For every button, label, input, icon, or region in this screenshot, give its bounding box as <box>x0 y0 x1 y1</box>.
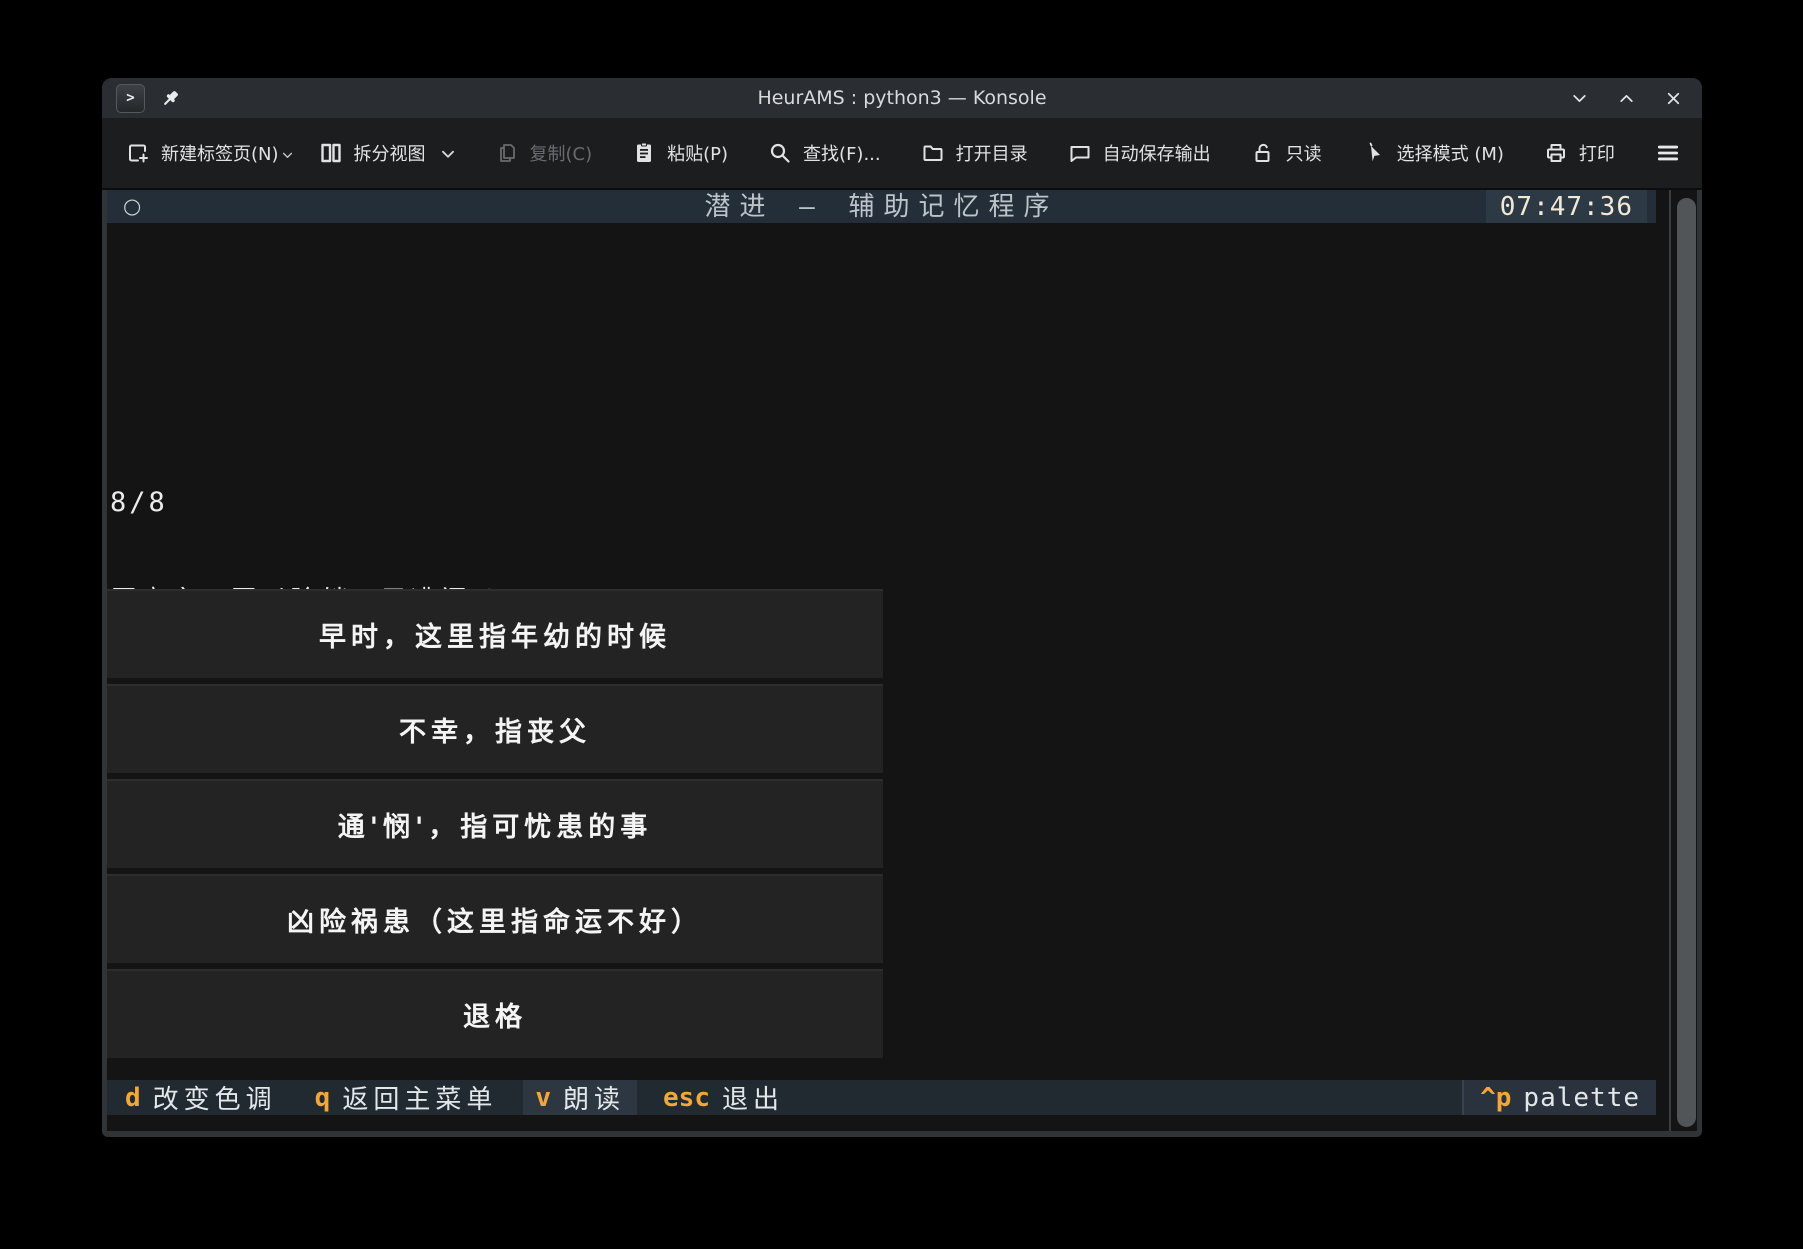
scrollbar-thumb[interactable] <box>1677 198 1696 1127</box>
option-button-3[interactable]: 通'悯'，指可忧患的事 <box>107 779 883 868</box>
hamburger-menu-icon[interactable] <box>1655 140 1681 166</box>
chevron-down-icon <box>441 143 455 164</box>
toolbar-button-copy[interactable]: 复制(C) <box>495 140 593 166</box>
new-tab-icon <box>126 141 150 165</box>
key-hint: v <box>535 1083 551 1113</box>
window-title: HeurAMS : python3 — Konsole <box>302 87 1502 109</box>
printer-icon <box>1544 141 1568 165</box>
toolbar-label: 新建标签页(N) <box>161 140 279 166</box>
app-header: ○ 潜进 – 辅助记忆程序 07:47:36 <box>107 190 1656 223</box>
window-titlebar[interactable]: > HeurAMS : python3 — Konsole <box>102 78 1702 118</box>
app-title: 潜进 – 辅助记忆程序 <box>107 190 1656 224</box>
option-button-4[interactable]: 凶险祸患（这里指命运不好） <box>107 874 883 963</box>
terminal-viewport: ○ 潜进 – 辅助记忆程序 07:47:36 8/8 臣密言：臣以险衅，夙遭闵凶… <box>107 190 1697 1131</box>
unlocked-padlock-icon <box>1251 141 1275 165</box>
key-hint: esc <box>663 1083 710 1113</box>
toolbar-label: 只读 <box>1286 140 1322 166</box>
toolbar-button-print[interactable]: 打印 <box>1544 140 1615 166</box>
terminal-line: 8/8 <box>110 486 519 519</box>
toolbar-label: 选择模式 (M) <box>1397 140 1504 166</box>
footer-key-q[interactable]: q 返回主菜单 <box>303 1080 510 1115</box>
toolbar-button-split-view[interactable]: 拆分视图 <box>319 140 455 166</box>
toolbar: 新建标签页(N) 拆分视图 <box>102 118 1702 190</box>
search-icon <box>768 141 792 165</box>
toolbar-label: 打开目录 <box>956 140 1028 166</box>
toolbar-button-select-mode[interactable]: 选择模式 (M) <box>1362 140 1504 166</box>
paste-icon <box>632 141 656 165</box>
option-button-2[interactable]: 不幸，指丧父 <box>107 684 883 773</box>
toolbar-label: 查找(F)... <box>803 140 881 166</box>
toolbar-button-paste[interactable]: 粘贴(P) <box>632 140 728 166</box>
toolbar-label: 打印 <box>1579 140 1615 166</box>
key-hint: ^p <box>1480 1083 1511 1113</box>
footer-key-esc[interactable]: esc 退出 <box>651 1080 796 1115</box>
toolbar-label: 拆分视图 <box>354 140 426 166</box>
minimize-button[interactable] <box>1571 90 1588 107</box>
option-button-1[interactable]: 早时，这里指年幼的时候 <box>107 589 883 678</box>
toolbar-label: 自动保存输出 <box>1103 140 1211 166</box>
toolbar-button-find[interactable]: 查找(F)... <box>768 140 881 166</box>
footer-key-d[interactable]: d 改变色调 <box>113 1080 289 1115</box>
option-button-backspace[interactable]: 退格 <box>107 969 883 1058</box>
toolbar-button-new-tab[interactable]: 新建标签页(N) <box>126 140 279 166</box>
maximize-button[interactable] <box>1618 90 1635 107</box>
key-label: 改变色调 <box>153 1079 277 1116</box>
toolbar-button-read-only[interactable]: 只读 <box>1251 140 1322 166</box>
folder-icon <box>921 141 945 165</box>
copy-icon <box>495 141 519 165</box>
close-button[interactable] <box>1665 90 1682 107</box>
footer-key-v[interactable]: v 朗读 <box>523 1080 637 1115</box>
key-hint: d <box>125 1083 141 1113</box>
app-icon-glyph: > <box>126 90 134 106</box>
pointer-icon <box>1362 141 1386 165</box>
toolbar-button-open-directory[interactable]: 打开目录 <box>921 140 1028 166</box>
key-label: 返回主菜单 <box>342 1079 497 1116</box>
toolbar-label: 粘贴(P) <box>667 140 728 166</box>
toolbar-label: 复制(C) <box>530 140 593 166</box>
konsole-app-icon[interactable]: > <box>116 84 145 113</box>
chevron-down-icon <box>282 143 293 164</box>
footer-key-palette[interactable]: ^p palette <box>1464 1080 1656 1115</box>
key-label: 朗读 <box>563 1079 625 1116</box>
split-view-icon <box>319 141 343 165</box>
header-clock: 07:47:36 <box>1486 190 1647 223</box>
answer-options: 早时，这里指年幼的时候 不幸，指丧父 通'悯'，指可忧患的事 凶险祸患（这里指命… <box>107 589 883 1059</box>
key-label: palette <box>1523 1083 1640 1113</box>
desktop-background: > HeurAMS : python3 — Konsole <box>0 0 1803 1249</box>
toolbar-button-autosave-output[interactable]: 自动保存输出 <box>1068 140 1211 166</box>
key-label: 退出 <box>722 1079 784 1116</box>
scrollbar-track[interactable] <box>1669 190 1671 1131</box>
output-bubble-icon <box>1068 141 1092 165</box>
key-hint: q <box>315 1083 331 1113</box>
footer-keybar: d 改变色调 q 返回主菜单 v 朗读 esc 退出 <box>107 1080 1656 1115</box>
pin-icon[interactable] <box>161 89 180 108</box>
konsole-window: > HeurAMS : python3 — Konsole <box>102 78 1702 1137</box>
